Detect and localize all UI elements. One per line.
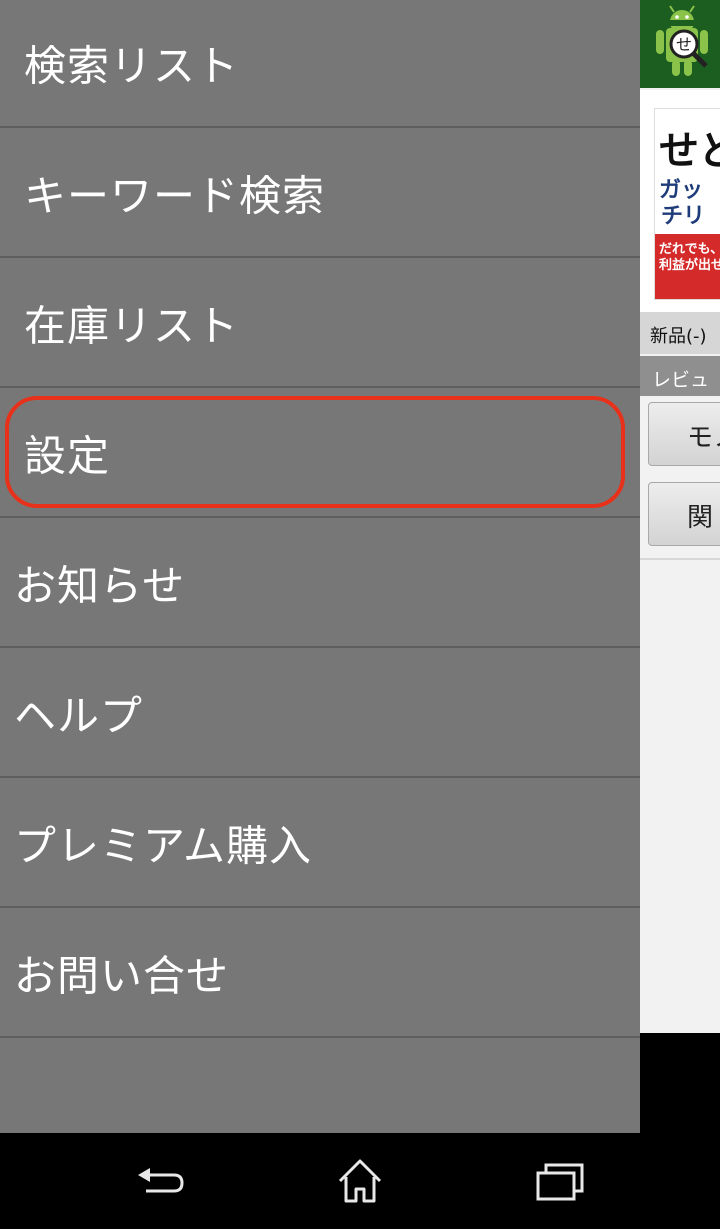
drawer-item-label: 設定 [24, 431, 111, 481]
price-row: 新品(-) [640, 312, 720, 354]
app-button-mono[interactable]: モノ [648, 402, 720, 466]
review-text: レビュ [652, 369, 710, 391]
drawer-item-label: 在庫リスト [24, 301, 240, 351]
price-text: 新品(-) [650, 326, 707, 347]
drawer-item-notices[interactable]: お知らせ [0, 520, 640, 648]
svg-text:せ: せ [676, 35, 692, 54]
navigation-drawer: 検索リスト キーワード検索 在庫リスト 設定 お知らせ ヘルプ プレミアム購入 … [0, 0, 640, 1133]
drawer-item-premium-purchase[interactable]: プレミアム購入 [0, 780, 640, 908]
drawer-item-label: ヘルプ [14, 691, 144, 741]
drawer-item-label: プレミアム購入 [14, 821, 313, 871]
app-button-related-label: 関 [687, 503, 714, 533]
drawer-item-search-list[interactable]: 検索リスト [0, 0, 640, 128]
android-search-icon[interactable]: せ [642, 2, 720, 86]
drawer-item-settings[interactable]: 設定 [0, 390, 640, 518]
review-row: レビュ [640, 356, 720, 396]
home-icon[interactable] [330, 1153, 390, 1209]
drawer-item-label: お知らせ [14, 561, 186, 611]
back-icon[interactable] [130, 1153, 190, 1209]
drawer-item-keyword-search[interactable]: キーワード検索 [0, 130, 640, 258]
drawer-item-contact[interactable]: お問い合せ [0, 910, 640, 1038]
drawer-item-label: お問い合せ [14, 951, 230, 1001]
book-subtitle-line2: ガッ [659, 178, 704, 203]
recent-apps-icon[interactable] [530, 1153, 590, 1209]
book-red-band: だれでも、いま 利益が出せる [655, 234, 720, 299]
drawer-item-stock-list[interactable]: 在庫リスト [0, 260, 640, 388]
app-button-mono-label: モノ [687, 423, 720, 453]
drawer-item-label: 検索リスト [24, 41, 240, 91]
drawer-item-label: キーワード検索 [24, 171, 326, 221]
book-subtitle-line3: チリ [661, 204, 706, 229]
drawer-item-help[interactable]: ヘルプ [0, 650, 640, 778]
app-button-related[interactable]: 関 [648, 482, 720, 546]
book-cover-image[interactable]: せど ガッ チリ だれでも、いま 利益が出せる [654, 108, 720, 300]
book-title-text: せど [659, 128, 720, 174]
book-red-line2: 利益が出せる [659, 258, 720, 273]
system-navigation-bar [0, 1133, 720, 1229]
app-divider [640, 558, 720, 560]
